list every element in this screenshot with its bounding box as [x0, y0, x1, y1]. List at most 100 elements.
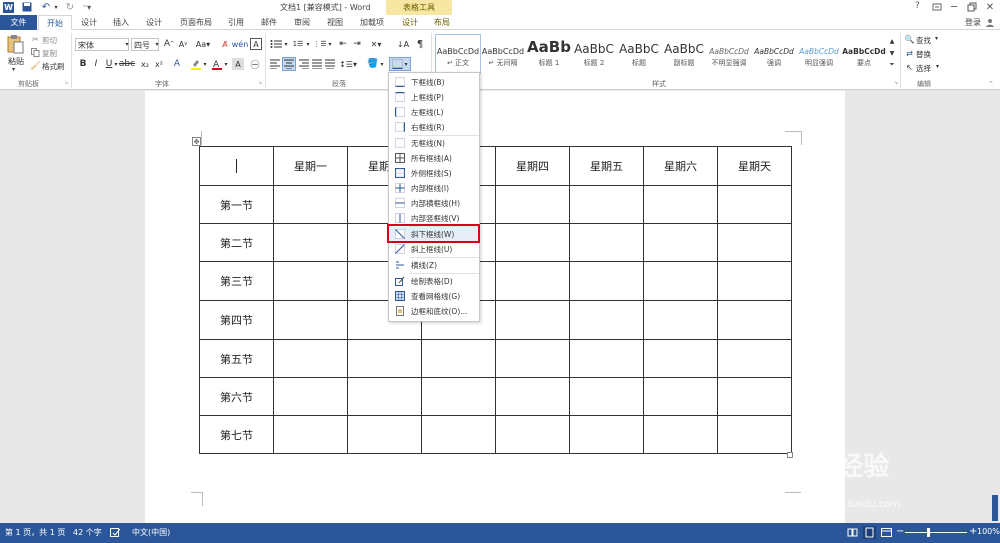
numbering-icon[interactable]: 1☰ — [291, 38, 305, 50]
copy-icon[interactable] — [31, 48, 40, 57]
highlight-dropdown-icon[interactable]: ▾ — [202, 58, 208, 70]
paste-button-label[interactable]: 粘贴 — [8, 56, 24, 67]
format-painter-button[interactable]: 格式刷 — [42, 61, 65, 72]
menu-item-no-border[interactable]: 无框线(N) — [389, 136, 479, 150]
align-left-icon[interactable] — [269, 58, 281, 70]
table-move-handle-icon[interactable]: ✥ — [192, 137, 201, 146]
character-shading-icon[interactable]: A — [232, 58, 244, 70]
table-cell[interactable] — [273, 339, 348, 378]
italic-button[interactable]: I — [90, 58, 102, 70]
row-label-cell[interactable]: 第六节 — [199, 377, 274, 416]
text-effects-icon[interactable]: A — [171, 58, 183, 70]
numbering-dropdown-icon[interactable]: ▾ — [305, 38, 311, 50]
decrease-indent-icon[interactable]: ⇤ — [337, 38, 349, 50]
character-border-icon[interactable]: A — [250, 38, 262, 50]
table-cell[interactable] — [717, 300, 792, 340]
print-layout-icon[interactable] — [863, 526, 876, 539]
table-cell[interactable] — [717, 377, 792, 416]
row-label-cell[interactable]: 第四节 — [199, 300, 274, 340]
change-case-icon[interactable]: Aa▾ — [195, 38, 211, 50]
format-painter-icon[interactable]: 🖌 — [30, 61, 40, 70]
copy-button[interactable]: 复制 — [42, 48, 57, 59]
menu-item-borders-shading[interactable]: 边框和底纹(O)... — [389, 304, 479, 318]
row-label-cell[interactable]: 第一节 — [199, 185, 274, 224]
select-dropdown-icon[interactable]: ▾ — [936, 63, 939, 70]
minimize-button[interactable]: ─ — [948, 1, 960, 13]
zoom-slider-thumb[interactable] — [927, 528, 930, 537]
row-label-cell[interactable]: 第五节 — [199, 339, 274, 378]
style-subtitle[interactable]: AaBbC 副标题 — [662, 34, 706, 74]
menu-item-horizontal-line[interactable]: 横线(Z) — [389, 258, 479, 272]
tab-insert[interactable]: 插入 — [113, 17, 129, 28]
row-label-cell[interactable]: 第七节 — [199, 415, 274, 454]
table-cell[interactable] — [347, 339, 422, 378]
table-header-cell[interactable]: 星期六 — [643, 146, 718, 186]
table-header-cell[interactable]: 星期一 — [273, 146, 348, 186]
table-cell[interactable] — [273, 377, 348, 416]
tab-file[interactable]: 文件 — [0, 15, 37, 30]
distributed-icon[interactable] — [324, 58, 336, 70]
paste-icon[interactable] — [6, 34, 24, 54]
table-cell[interactable] — [495, 339, 570, 378]
close-button[interactable]: ✕ — [984, 1, 996, 13]
style-title[interactable]: AaBbC 标题 — [617, 34, 661, 74]
bullets-icon[interactable] — [269, 38, 283, 50]
line-spacing-icon[interactable]: ↕☰▾ — [339, 58, 357, 70]
table-header-cell[interactable] — [199, 146, 274, 186]
borders-button[interactable]: ▾ — [389, 57, 411, 71]
menu-item-bottom-border[interactable]: 下框线(B) — [389, 75, 479, 89]
increase-indent-icon[interactable]: ⇥ — [351, 38, 363, 50]
table-cell[interactable] — [643, 223, 718, 262]
font-name-field[interactable]: 宋体 — [75, 38, 129, 51]
table-cell[interactable] — [569, 223, 644, 262]
clipboard-launcher-icon[interactable]: ↘ — [63, 80, 69, 86]
select-icon[interactable]: ↖ — [905, 63, 914, 72]
ribbon-display-icon[interactable] — [932, 2, 942, 12]
style-subtle-emphasis[interactable]: AaBbCcDd 不明显强调 — [707, 34, 751, 74]
menu-item-inside-borders[interactable]: 内部框线(I) — [389, 181, 479, 195]
grow-font-icon[interactable]: A ^ — [163, 38, 175, 50]
font-size-dropdown-icon[interactable]: ▾ — [154, 39, 160, 50]
table-cell[interactable] — [717, 185, 792, 224]
menu-item-diagonal-up[interactable]: 斜上框线(U) — [389, 242, 479, 256]
table-cell[interactable] — [643, 415, 718, 454]
font-color-icon[interactable]: A — [211, 58, 223, 70]
table-cell[interactable] — [643, 300, 718, 340]
menu-item-outside-borders[interactable]: 外侧框线(S) — [389, 166, 479, 180]
tab-design-2[interactable]: 设计 — [146, 17, 162, 28]
scrollbar-thumb[interactable] — [992, 495, 998, 521]
tab-references[interactable]: 引用 — [228, 17, 244, 28]
menu-item-inside-horizontal[interactable]: 内部横框线(H) — [389, 196, 479, 210]
table-header-cell[interactable]: 星期天 — [717, 146, 792, 186]
tab-mailings[interactable]: 邮件 — [261, 17, 277, 28]
table-cell[interactable] — [495, 300, 570, 340]
table-cell[interactable] — [273, 185, 348, 224]
zoom-level[interactable]: 100% — [977, 527, 1000, 536]
sign-in-link[interactable]: 登录 — [965, 17, 981, 28]
table-cell[interactable] — [273, 223, 348, 262]
table-cell[interactable] — [569, 415, 644, 454]
replace-icon[interactable]: ⇄ — [905, 49, 914, 58]
collapse-ribbon-icon[interactable]: ⌃ — [987, 80, 995, 88]
multilevel-dropdown-icon[interactable]: ▾ — [327, 38, 333, 50]
find-dropdown-icon[interactable]: ▾ — [935, 35, 938, 42]
find-icon[interactable]: 🔍 — [905, 35, 915, 44]
bold-button[interactable]: B — [77, 58, 89, 70]
highlight-icon[interactable] — [190, 58, 202, 70]
select-button[interactable]: 选择 — [916, 63, 931, 74]
find-button[interactable]: 查找 — [916, 35, 931, 46]
schedule-table[interactable]: 星期一 星期 星期四 星期五 星期六 星期天 第一节 第二节 第三节 第四节 第… — [199, 146, 792, 454]
style-heading-1[interactable]: AaBb 标题 1 — [527, 34, 571, 74]
multilevel-list-icon[interactable]: ⋮☰ — [313, 38, 327, 50]
table-cell[interactable] — [569, 300, 644, 340]
table-cell[interactable] — [717, 223, 792, 262]
menu-item-inside-vertical[interactable]: 内部竖框线(V) — [389, 211, 479, 225]
table-cell[interactable] — [569, 261, 644, 301]
menu-item-top-border[interactable]: 上框线(P) — [389, 90, 479, 104]
justify-icon[interactable] — [311, 58, 323, 70]
show-marks-icon[interactable]: ¶ — [414, 38, 426, 50]
style-strong[interactable]: AaBbCcDd 要点 — [842, 34, 886, 74]
table-cell[interactable] — [347, 415, 422, 454]
row-label-cell[interactable]: 第三节 — [199, 261, 274, 301]
menu-item-all-borders[interactable]: 所有框线(A) — [389, 151, 479, 165]
